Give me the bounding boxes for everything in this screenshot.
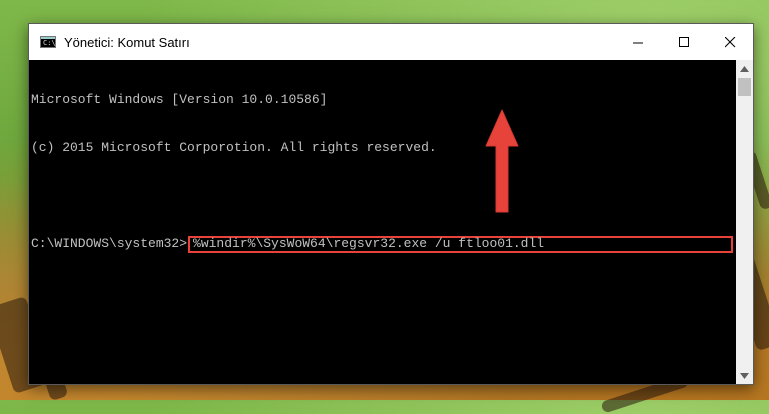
title-bar[interactable]: C:\ Yönetici: Komut Satırı: [29, 24, 753, 60]
chevron-up-icon: [740, 65, 749, 72]
close-button[interactable]: [707, 24, 753, 60]
console-line: Microsoft Windows [Version 10.0.10586]: [31, 92, 328, 107]
prompt-line: C:\WINDOWS\system32> %windir%\SysWoW64\r…: [31, 235, 736, 253]
vertical-scrollbar[interactable]: [736, 60, 753, 384]
minimize-button[interactable]: [615, 24, 661, 60]
maximize-icon: [678, 36, 689, 47]
console-output[interactable]: Microsoft Windows [Version 10.0.10586] (…: [29, 60, 736, 384]
scroll-down-button[interactable]: [736, 367, 753, 384]
close-icon: [724, 36, 735, 47]
maximize-button[interactable]: [661, 24, 707, 60]
scroll-up-button[interactable]: [736, 60, 753, 77]
cmd-icon[interactable]: C:\: [40, 36, 56, 48]
command-prompt-window: C:\ Yönetici: Komut Satırı Microsoft Win…: [28, 23, 754, 385]
minimize-icon: [632, 42, 643, 43]
prompt-path: C:\WINDOWS\system32>: [31, 236, 188, 251]
red-arrow-icon: [485, 109, 519, 213]
chevron-down-icon: [740, 372, 749, 379]
window-title: Yönetici: Komut Satırı: [64, 34, 190, 50]
console-line: (c) 2015 Microsoft Corporotion. All righ…: [31, 140, 437, 155]
scrollbar-thumb[interactable]: [738, 78, 751, 96]
command-text: %windir%\SysWoW64\regsvr32.exe /u ftloo0…: [193, 236, 545, 251]
highlighted-command: %windir%\SysWoW64\regsvr32.exe /u ftloo0…: [188, 235, 734, 253]
